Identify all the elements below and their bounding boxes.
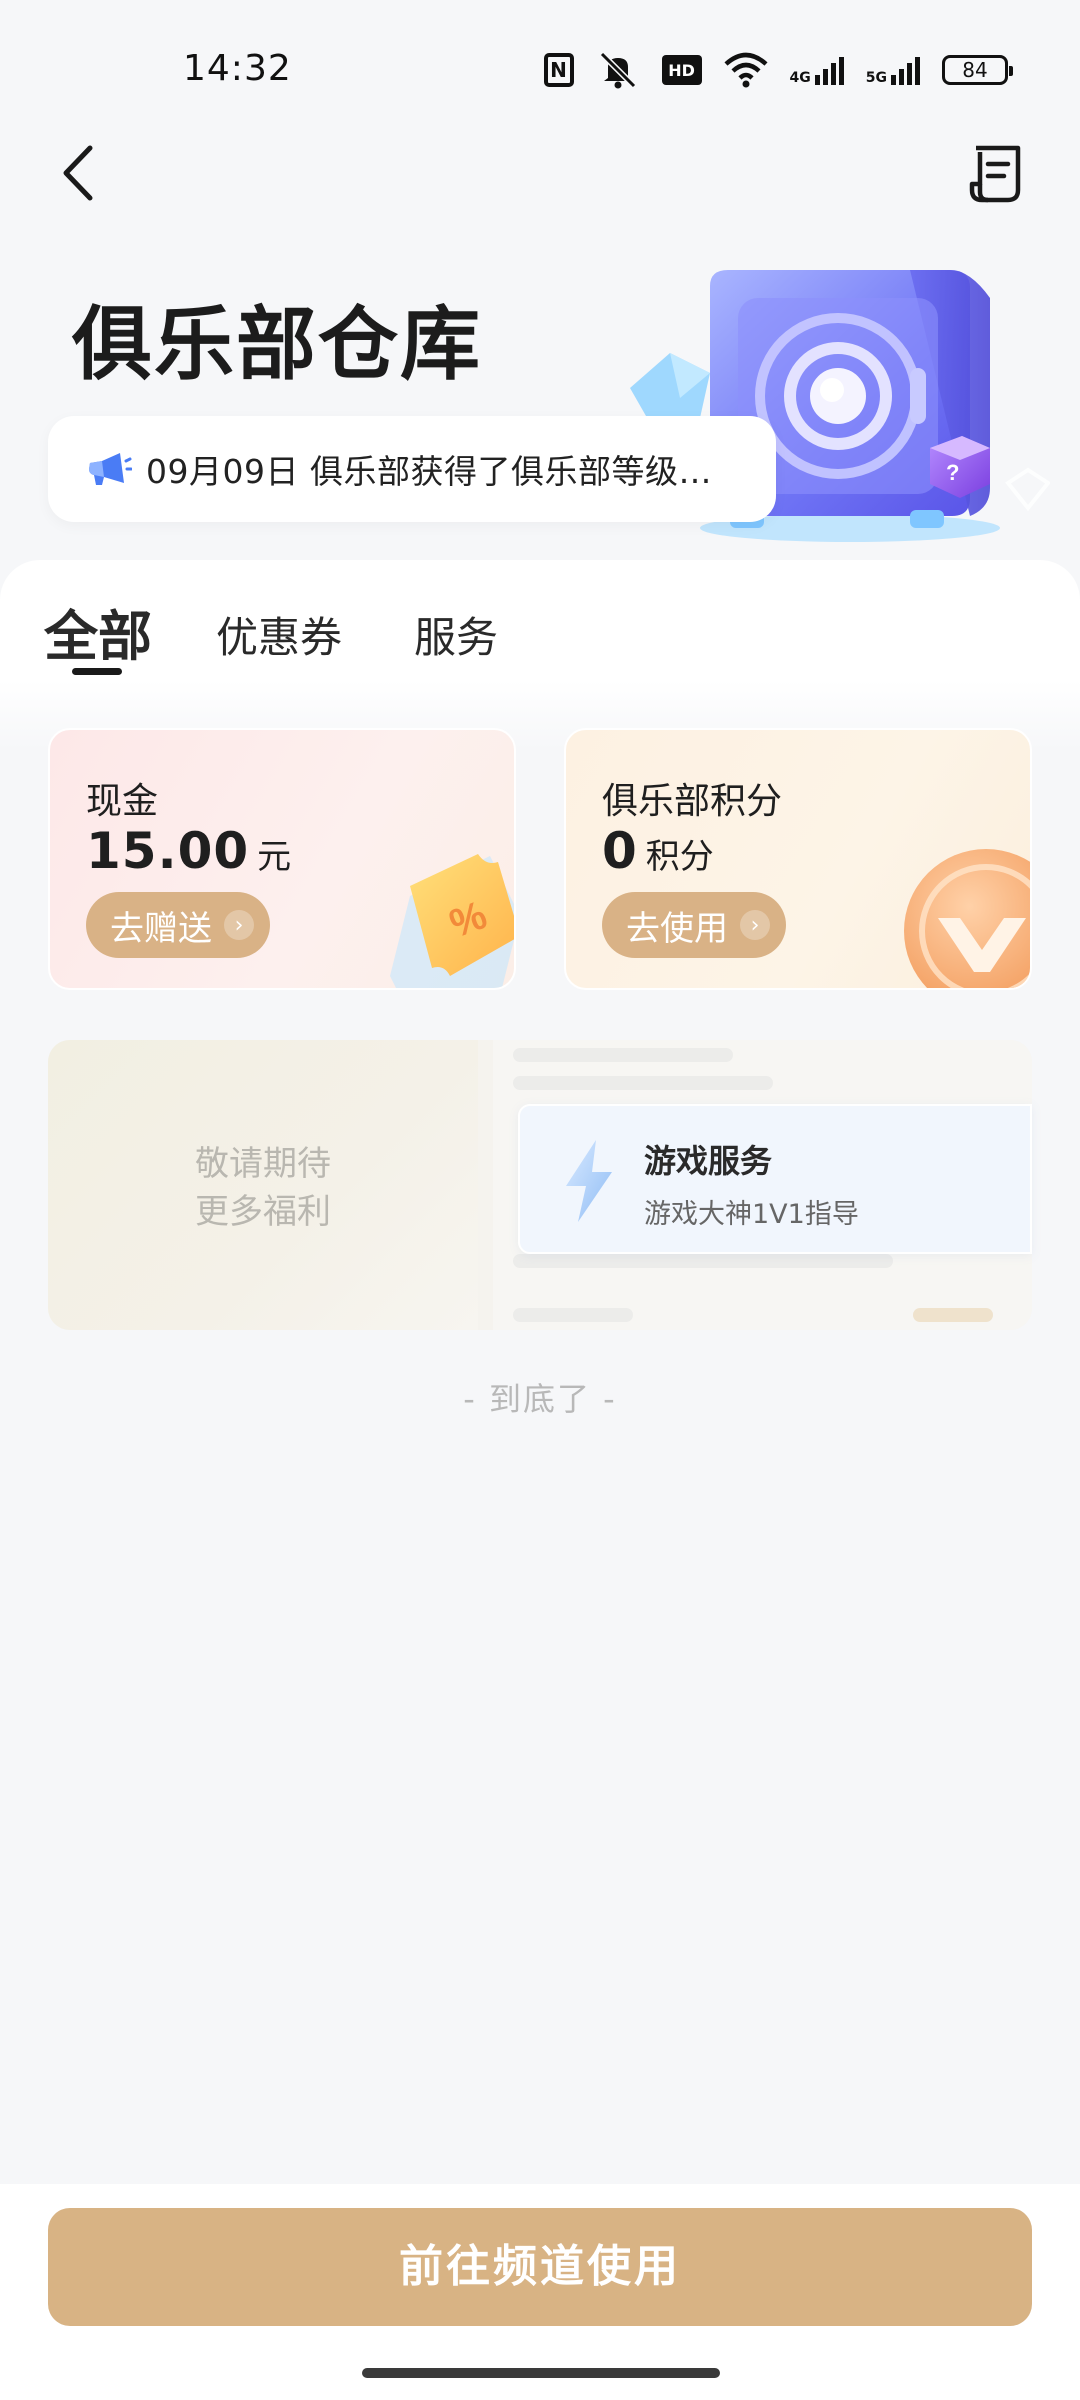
notice-banner[interactable]: 09月09日 俱乐部获得了俱乐部等级… — [48, 416, 776, 522]
points-card[interactable]: 俱乐部积分 0 积分 去使用 › — [564, 728, 1032, 990]
cash-card[interactable]: 现金 15.00 元 去赠送 › % — [48, 728, 516, 990]
gift-button-label: 去赠送 — [110, 908, 212, 949]
cash-unit: 元 — [257, 837, 292, 877]
blur-line — [513, 1048, 733, 1062]
blur-line — [513, 1308, 633, 1322]
back-arrow-icon[interactable] — [52, 138, 112, 208]
status-icons: N HD 4G 5G 84 — [543, 50, 1013, 90]
status-bar: 14:32 N HD 4G 5G 84 — [0, 0, 1080, 140]
nfc-icon: N — [543, 53, 574, 87]
points-amount: 0 — [602, 822, 638, 880]
cash-amount: 15.00 — [86, 822, 250, 880]
cash-value: 15.00 元 — [86, 822, 291, 880]
use-button[interactable]: 去使用 › — [602, 892, 786, 958]
game-service-card[interactable]: 游戏服务 游戏大神1V1指导 — [518, 1104, 1032, 1254]
page-title: 俱乐部仓库 — [72, 298, 482, 391]
future-left-panel: 敬请期待 更多福利 — [48, 1040, 478, 1330]
gift-button[interactable]: 去赠送 › — [86, 892, 270, 958]
points-label: 俱乐部积分 — [602, 781, 783, 822]
points-unit: 积分 — [645, 837, 714, 877]
notice-text: 09月09日 俱乐部获得了俱乐部等级… — [146, 452, 712, 491]
blur-line — [913, 1308, 993, 1322]
signal-5g-icon: 5G — [866, 53, 920, 87]
network-label-5g: 5G — [865, 70, 887, 86]
future-text: 敬请期待 更多福利 — [48, 1140, 478, 1236]
svg-text:?: ? — [946, 460, 959, 485]
signal-4g-icon: 4G — [790, 53, 844, 87]
network-label-4g: 4G — [789, 70, 811, 86]
lightning-icon — [566, 1140, 612, 1222]
mute-bell-icon — [599, 51, 636, 89]
status-time: 14:32 — [183, 48, 292, 89]
points-coin-icon — [904, 849, 1030, 988]
points-value: 0 积分 — [602, 822, 714, 880]
tab-all[interactable]: 全部 — [44, 592, 152, 671]
home-indicator[interactable] — [362, 2368, 720, 2378]
service-subtitle: 游戏大神1V1指导 — [644, 1199, 859, 1230]
end-of-list-text: - 到底了 - — [463, 1380, 617, 1418]
tab-bar: 全部 优惠券 服务 — [0, 590, 1080, 680]
service-title: 游戏服务 — [644, 1142, 773, 1180]
go-to-channel-button[interactable]: 前往频道使用 — [48, 2208, 1032, 2326]
hd-icon: HD — [661, 55, 702, 85]
coupon-ticket-icon: % — [390, 854, 514, 988]
use-button-label: 去使用 — [626, 908, 728, 949]
future-line-2: 更多福利 — [195, 1192, 331, 1232]
chevron-right-icon: › — [740, 910, 770, 940]
tab-active-indicator — [72, 668, 122, 675]
wifi-icon — [724, 52, 768, 88]
blur-line — [513, 1254, 893, 1268]
battery-icon: 84 — [942, 55, 1013, 85]
tab-coupons[interactable]: 优惠券 — [216, 604, 342, 665]
blur-line — [513, 1076, 773, 1090]
future-line-1: 敬请期待 — [195, 1144, 331, 1184]
tab-services[interactable]: 服务 — [414, 604, 498, 665]
chevron-right-icon: › — [224, 910, 254, 940]
megaphone-icon — [89, 453, 132, 485]
document-list-icon[interactable] — [968, 142, 1028, 206]
cash-label: 现金 — [86, 781, 159, 822]
